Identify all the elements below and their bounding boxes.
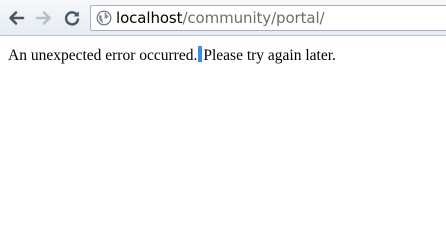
reload-button[interactable]: [61, 7, 83, 29]
url-host: localhost: [116, 9, 183, 27]
forward-button[interactable]: [33, 7, 55, 29]
text-cursor: [198, 46, 203, 62]
address-bar[interactable]: localhost/community/portal/: [90, 5, 446, 31]
url-path: /community/portal/: [182, 9, 325, 27]
reload-icon: [64, 11, 80, 26]
error-message-retry-text: Please try again later.: [203, 47, 336, 64]
forward-arrow-icon: [35, 11, 51, 25]
back-arrow-icon: [9, 11, 25, 25]
url-text: localhost/community/portal/: [116, 9, 325, 27]
error-message: An unexpected error occurred. Please try …: [8, 46, 336, 65]
back-button[interactable]: [5, 7, 27, 29]
browser-toolbar: localhost/community/portal/: [0, 0, 446, 36]
error-message-text: An unexpected error occurred.: [8, 47, 198, 64]
globe-icon: [96, 10, 112, 26]
